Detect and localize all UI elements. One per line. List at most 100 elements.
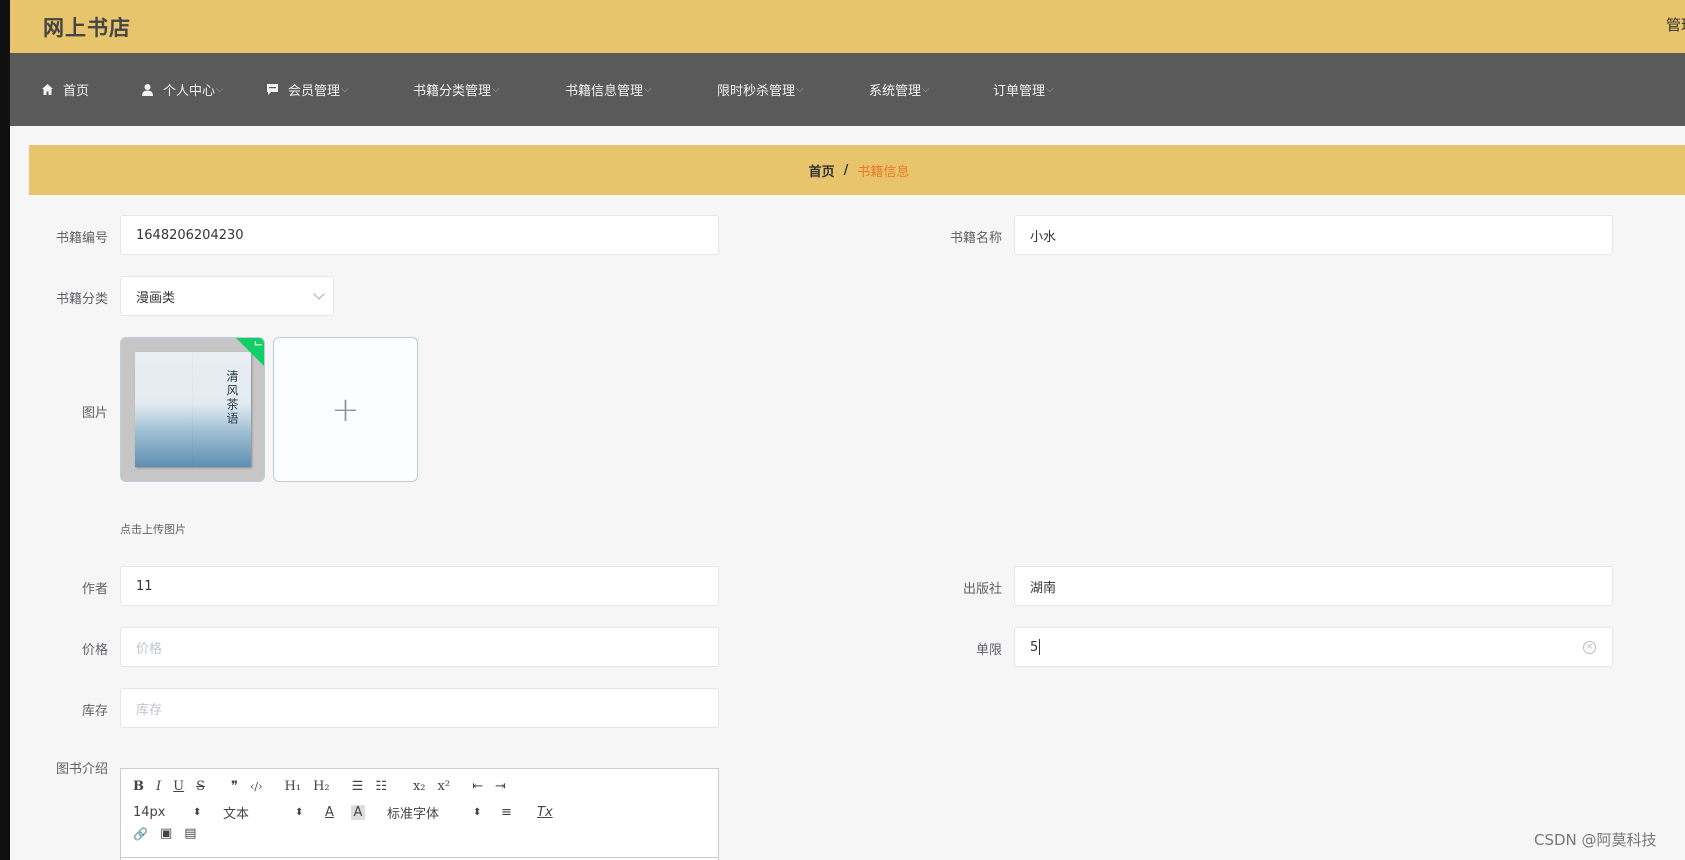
chevron-down-icon: ⌵ bbox=[216, 84, 224, 95]
category-selected-value: 漫画类 bbox=[136, 290, 176, 306]
nav-label: 限时秒杀管理 bbox=[717, 84, 796, 99]
clear-format-button[interactable]: Tx bbox=[537, 805, 553, 820]
editor-toolbar-row-2: 14px ⬍ 文本 ⬍ A A 标准字体 ⬍ ≡ Tx bbox=[133, 803, 553, 822]
editor-toolbar-row-1: B I U S ❞ ‹/› H₁ H₂ ☰ ☷ x₂ x² ⇤ ⇥ bbox=[133, 779, 518, 794]
nav-label: 书籍信息管理 bbox=[565, 84, 644, 99]
nav-home[interactable]: 首页 bbox=[41, 80, 89, 99]
limit-value: 5 bbox=[1030, 639, 1039, 655]
subscript-button[interactable]: x₂ bbox=[413, 779, 426, 794]
chat-icon bbox=[266, 83, 279, 96]
grid-icon bbox=[971, 83, 984, 96]
updown-icon: ⬍ bbox=[473, 807, 482, 818]
nav-label: 首页 bbox=[63, 84, 90, 99]
publisher-input[interactable]: 湖南 bbox=[1014, 566, 1613, 606]
background-color-button[interactable]: A bbox=[351, 805, 365, 820]
chevron-down-icon: ⌵ bbox=[1046, 84, 1054, 95]
stock-input[interactable]: 库存 bbox=[120, 688, 719, 728]
book-no-label: 书籍编号 bbox=[55, 231, 108, 246]
breadcrumb-home[interactable]: 首页 bbox=[809, 161, 835, 180]
chevron-down-icon bbox=[313, 288, 325, 300]
home-icon bbox=[41, 83, 54, 96]
grid-icon bbox=[391, 83, 404, 96]
chevron-down-icon: ⌵ bbox=[341, 84, 349, 95]
nav-member-management[interactable]: 会员管理 ⌵ bbox=[266, 80, 349, 99]
grid-icon bbox=[543, 83, 556, 96]
underline-button[interactable]: U bbox=[173, 779, 184, 794]
admin-label[interactable]: 管理 bbox=[1666, 14, 1685, 35]
font-color-button[interactable]: A bbox=[325, 805, 351, 820]
nav-label: 会员管理 bbox=[288, 84, 341, 99]
superscript-button[interactable]: x² bbox=[438, 779, 451, 794]
book-cover-title: 清风茶语 bbox=[225, 370, 239, 426]
main-nav: 首页 个人中心 ⌵ 会员管理 ⌵ 书籍分类管理 ⌵ 书籍信息管理 ⌵ 限时秒杀管… bbox=[10, 53, 1685, 126]
quote-button[interactable]: ❞ bbox=[231, 779, 238, 794]
book-cover-left bbox=[135, 352, 193, 467]
bold-button[interactable]: B bbox=[133, 779, 144, 794]
watermark: CSDN @阿莫科技 bbox=[1534, 831, 1657, 849]
font-family-select[interactable]: 标准字体 bbox=[387, 803, 473, 822]
chevron-down-icon: ⌵ bbox=[644, 84, 652, 95]
nav-personal-center[interactable]: 个人中心 ⌵ bbox=[141, 80, 224, 99]
nav-book-info-management[interactable]: 书籍信息管理 ⌵ bbox=[543, 80, 652, 99]
upload-add-button[interactable]: + bbox=[273, 337, 418, 482]
chevron-down-icon: ⌵ bbox=[922, 84, 930, 95]
editor-toolbar-row-3: 🔗 ▣ ▤ bbox=[133, 826, 209, 841]
image-label: 图片 bbox=[81, 406, 108, 421]
h2-button[interactable]: H₂ bbox=[313, 779, 330, 794]
h1-button[interactable]: H₁ bbox=[285, 779, 302, 794]
nav-flash-sale-management[interactable]: 限时秒杀管理 ⌵ bbox=[695, 80, 804, 99]
clear-icon[interactable]: × bbox=[1583, 641, 1596, 654]
user-icon bbox=[141, 83, 154, 96]
breadcrumb-separator: / bbox=[843, 162, 849, 178]
indent-button[interactable]: ⇥ bbox=[495, 779, 506, 794]
book-name-input[interactable]: 小水 bbox=[1014, 215, 1613, 255]
book-name-label: 书籍名称 bbox=[949, 231, 1002, 246]
upload-tip: 点击上传图片 bbox=[120, 523, 186, 536]
image-icon[interactable]: ▣ bbox=[160, 826, 172, 841]
italic-button[interactable]: I bbox=[156, 779, 161, 794]
limit-label: 单限 bbox=[975, 643, 1002, 658]
updown-icon: ⬍ bbox=[295, 807, 304, 818]
app-window: 网上书店 管理 首页 个人中心 ⌵ 会员管理 ⌵ 书籍分类管理 ⌵ bbox=[10, 0, 1685, 860]
author-label: 作者 bbox=[81, 582, 108, 597]
updown-icon: ⬍ bbox=[193, 807, 202, 818]
nav-label: 系统管理 bbox=[869, 84, 922, 99]
outdent-button[interactable]: ⇤ bbox=[472, 779, 483, 794]
price-input[interactable]: 价格 bbox=[120, 627, 719, 667]
grid-icon bbox=[847, 83, 860, 96]
book-cover-right: 清风茶语 bbox=[193, 352, 251, 467]
ordered-list-button[interactable]: ☰ bbox=[352, 779, 364, 794]
bullet-list-button[interactable]: ☷ bbox=[375, 779, 387, 794]
nav-label: 个人中心 bbox=[163, 84, 216, 99]
limit-input[interactable]: 5 × bbox=[1014, 627, 1613, 667]
breadcrumb: 首页 / 书籍信息 bbox=[29, 145, 1685, 195]
category-label: 书籍分类 bbox=[55, 292, 108, 307]
nav-order-management[interactable]: 订单管理 ⌵ bbox=[971, 80, 1054, 99]
link-icon[interactable]: 🔗 bbox=[133, 827, 148, 841]
uploaded-image-thumbnail[interactable]: 清风茶语 bbox=[120, 337, 265, 482]
align-button[interactable]: ≡ bbox=[501, 805, 537, 820]
nav-category-management[interactable]: 书籍分类管理 ⌵ bbox=[391, 80, 500, 99]
font-size-select[interactable]: 14px bbox=[133, 805, 193, 820]
video-icon[interactable]: ▤ bbox=[184, 826, 196, 841]
strike-button[interactable]: S bbox=[196, 779, 205, 794]
chevron-down-icon: ⌵ bbox=[796, 84, 804, 95]
text-cursor bbox=[1039, 639, 1041, 655]
top-header: 网上书店 管理 bbox=[10, 0, 1685, 53]
editor-divider bbox=[121, 857, 718, 858]
intro-label: 图书介绍 bbox=[55, 762, 108, 777]
book-no-input[interactable]: 1648206204230 bbox=[120, 215, 719, 255]
text-type-select[interactable]: 文本 bbox=[223, 803, 295, 822]
brand-title: 网上书店 bbox=[43, 16, 131, 40]
grid-icon bbox=[695, 83, 708, 96]
nav-label: 订单管理 bbox=[993, 84, 1046, 99]
publisher-label: 出版社 bbox=[962, 582, 1002, 597]
price-label: 价格 bbox=[81, 643, 108, 658]
category-select[interactable]: 漫画类 bbox=[120, 276, 334, 316]
nav-system-management[interactable]: 系统管理 ⌵ bbox=[847, 80, 930, 99]
stock-label: 库存 bbox=[81, 704, 108, 719]
author-input[interactable]: 11 bbox=[120, 566, 719, 606]
code-button[interactable]: ‹/› bbox=[250, 780, 263, 793]
nav-label: 书籍分类管理 bbox=[413, 84, 492, 99]
rich-text-editor[interactable]: B I U S ❞ ‹/› H₁ H₂ ☰ ☷ x₂ x² ⇤ ⇥ 14px ⬍… bbox=[120, 768, 719, 860]
